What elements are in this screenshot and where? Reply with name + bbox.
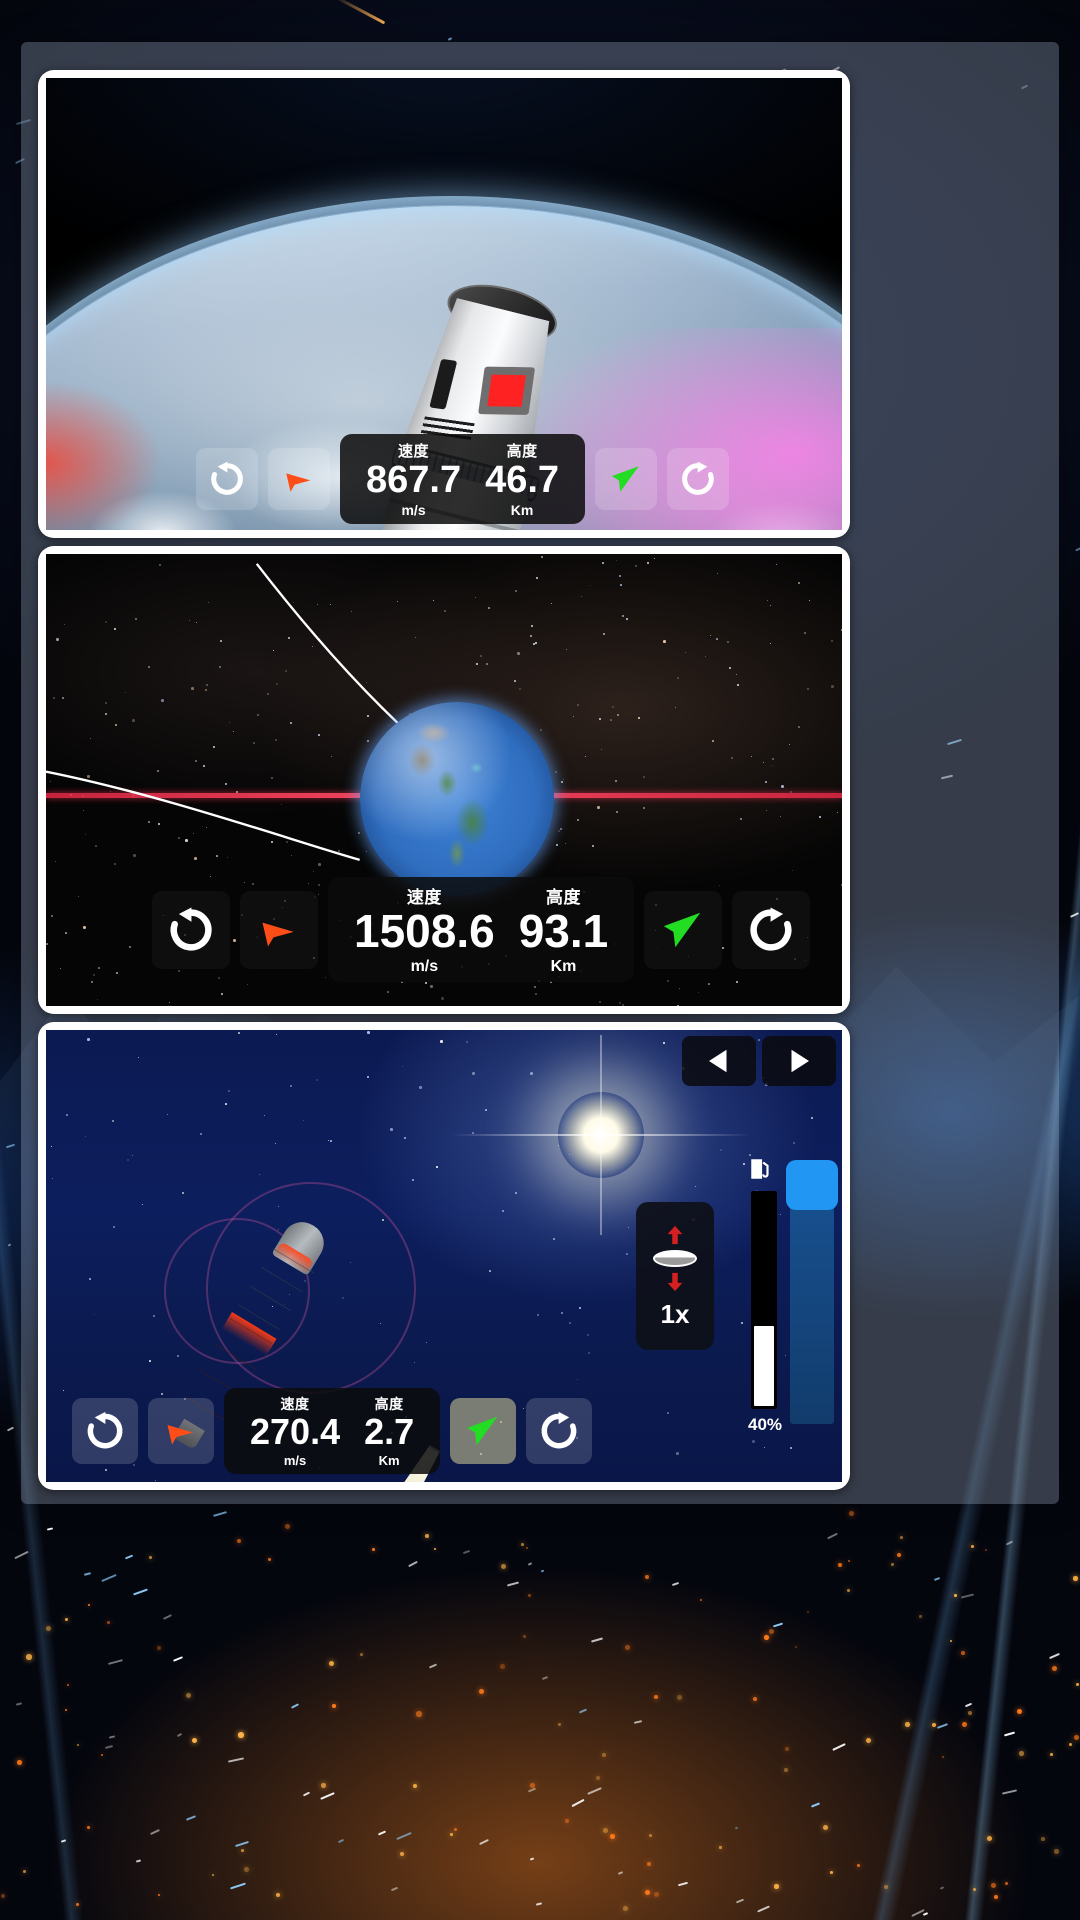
prograde-marker-icon xyxy=(611,466,639,492)
hud-bar-1: 速度 867.7 m/s 高度 46.7 Km xyxy=(196,434,730,524)
arrow-down-icon xyxy=(667,1272,683,1291)
telemetry-readout-2: 速度 1508.6 m/s 高度 93.1 Km xyxy=(328,877,635,982)
speed-value: 867.7 xyxy=(366,459,462,501)
speed-value: 270.4 xyxy=(250,1411,341,1452)
retrograde-button[interactable] xyxy=(148,1398,214,1464)
screenshot-frame-3[interactable]: 1x 40% 速度 270.4 m/s 高度 2.7 Km xyxy=(38,1022,850,1490)
prograde-marker-icon xyxy=(467,1416,498,1446)
prograde-button[interactable] xyxy=(595,448,658,510)
rotate-cw-icon xyxy=(682,461,714,495)
altitude-value: 93.1 xyxy=(518,905,609,957)
stage-navigation xyxy=(682,1036,836,1086)
fuel-gauge[interactable]: 40% xyxy=(748,1156,783,1435)
arrow-up-icon xyxy=(667,1225,683,1244)
trajectory-line-outgoing xyxy=(46,770,361,861)
rotate-ccw-icon xyxy=(87,1411,123,1449)
fuel-bar-fill xyxy=(754,1326,774,1406)
rotate-cw-icon xyxy=(541,1411,577,1449)
triangle-left-icon xyxy=(709,1049,727,1073)
fuel-bar-track xyxy=(751,1191,777,1409)
fuel-pump-icon xyxy=(751,1159,769,1179)
speed-cell: 速度 270.4 m/s xyxy=(238,1394,352,1468)
speed-unit: m/s xyxy=(410,958,439,975)
altitude-label: 高度 xyxy=(506,443,538,460)
hud-bar-2: 速度 1508.6 m/s 高度 93.1 Km xyxy=(152,877,811,982)
stage-control-panel[interactable]: 1x xyxy=(636,1202,714,1350)
left-glow xyxy=(46,378,166,530)
throttle-slider-track[interactable] xyxy=(786,1160,838,1424)
screenshot-root: 速度 867.7 m/s 高度 46.7 Km 速度 1508.6 m/s 高度… xyxy=(0,0,1080,1920)
rotate-cw-button[interactable] xyxy=(667,448,730,510)
telemetry-readout-1: 速度 867.7 m/s 高度 46.7 Km xyxy=(340,434,586,524)
prograde-marker-icon xyxy=(664,912,701,947)
speed-value: 1508.6 xyxy=(354,905,495,957)
altitude-cell: 高度 46.7 Km xyxy=(473,440,571,518)
altitude-value: 46.7 xyxy=(485,459,560,501)
altitude-unit: Km xyxy=(510,502,534,518)
prograde-button[interactable] xyxy=(644,890,723,969)
earth-continents xyxy=(360,702,554,896)
orbital-map-view: 速度 1508.6 m/s 高度 93.1 Km xyxy=(46,554,842,1006)
speed-cell: 速度 867.7 m/s xyxy=(354,440,473,518)
prev-stage-button[interactable] xyxy=(682,1036,756,1086)
timewarp-value: 1x xyxy=(660,1298,690,1329)
rotate-ccw-icon xyxy=(211,461,243,495)
rotate-cw-button[interactable] xyxy=(732,890,811,969)
decoupler-icon xyxy=(653,1249,697,1267)
rotate-ccw-icon xyxy=(170,906,212,951)
altitude-value: 2.7 xyxy=(364,1411,415,1452)
throttle-slider-knob[interactable] xyxy=(786,1160,838,1210)
retrograde-marker-icon xyxy=(167,1425,193,1445)
speed-unit: m/s xyxy=(283,1453,307,1468)
altitude-cell: 高度 2.7 Km xyxy=(352,1394,426,1468)
telemetry-readout-3: 速度 270.4 m/s 高度 2.7 Km xyxy=(224,1388,441,1474)
rotate-cw-button[interactable] xyxy=(526,1398,593,1464)
retrograde-marker-icon xyxy=(262,922,294,946)
triangle-right-icon xyxy=(791,1049,809,1073)
next-stage-button[interactable] xyxy=(762,1036,836,1086)
speed-label: 速度 xyxy=(398,443,430,460)
altitude-unit: Km xyxy=(378,1453,400,1468)
rotate-cw-icon xyxy=(750,906,792,951)
rotate-ccw-button[interactable] xyxy=(152,890,230,969)
launch-ascent-view: 1x 40% 速度 270.4 m/s 高度 2.7 Km xyxy=(46,1030,842,1482)
screenshot-frame-2[interactable]: 速度 1508.6 m/s 高度 93.1 Km xyxy=(38,546,850,1014)
screenshot-frame-1[interactable]: 速度 867.7 m/s 高度 46.7 Km xyxy=(38,70,850,538)
capsule-orbit-view: 速度 867.7 m/s 高度 46.7 Km xyxy=(46,78,842,530)
speed-unit: m/s xyxy=(401,502,426,518)
altitude-cell: 高度 93.1 Km xyxy=(507,883,621,976)
retrograde-button[interactable] xyxy=(240,890,318,969)
rotate-ccw-button[interactable] xyxy=(72,1398,138,1464)
prograde-button[interactable] xyxy=(450,1398,517,1464)
capsule-red-panel xyxy=(478,366,536,415)
retrograde-button[interactable] xyxy=(268,448,330,510)
altitude-unit: Km xyxy=(550,958,577,975)
sun-flare xyxy=(558,1092,644,1178)
hud-bar-3: 速度 270.4 m/s 高度 2.7 Km xyxy=(72,1388,593,1474)
speed-cell: 速度 1508.6 m/s xyxy=(342,883,507,976)
fuel-percent-label: 40% xyxy=(748,1415,783,1434)
retrograde-marker-icon xyxy=(286,473,311,492)
rotate-ccw-button[interactable] xyxy=(196,448,258,510)
